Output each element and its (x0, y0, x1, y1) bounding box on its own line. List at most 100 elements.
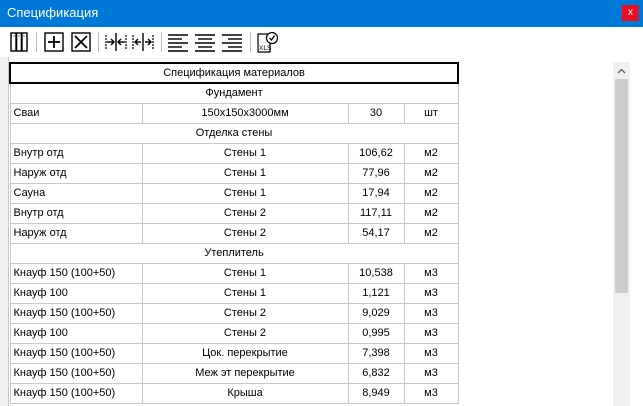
section-title-cell[interactable]: Утеплитель (9, 242, 459, 264)
unit-cell[interactable]: м3 (403, 362, 459, 384)
material-name-cell[interactable]: Кнауф 150 (100+50) (9, 302, 143, 324)
location-cell[interactable]: Стены 2 (141, 322, 349, 344)
quantity-cell[interactable]: 9,029 (347, 302, 405, 324)
export-xls-label: XLS (259, 45, 272, 52)
add-row-button[interactable] (42, 30, 66, 54)
columns-icon (10, 32, 28, 52)
unit-cell[interactable]: м3 (403, 322, 459, 344)
unit-cell[interactable]: м2 (403, 142, 459, 164)
delete-row-button[interactable] (69, 30, 93, 54)
table-row: Внутр отд Стены 1 106,62 м2 (9, 142, 459, 164)
expand-columns-icon (132, 33, 154, 51)
quantity-cell[interactable]: 77,96 (347, 162, 405, 184)
align-right-button[interactable] (220, 30, 244, 54)
material-name-cell[interactable]: Кнауф 150 (100+50) (9, 362, 143, 384)
unit-cell[interactable]: м2 (403, 202, 459, 224)
export-xls-icon: XLS (257, 31, 279, 53)
add-row-icon (44, 32, 64, 52)
toolbar: XLS (0, 27, 643, 57)
table-row: Кнауф 100 Стены 1 1,121 м3 (9, 282, 459, 304)
table-row: Кнауф 150 (100+50) Стены 1 10,538 м3 (9, 262, 459, 284)
align-left-button[interactable] (166, 30, 190, 54)
vertical-scrollbar[interactable] (613, 62, 630, 406)
collapse-columns-button[interactable] (104, 30, 128, 54)
location-cell[interactable]: Стены 1 (141, 162, 349, 184)
quantity-cell[interactable]: 1,121 (347, 282, 405, 304)
table-header-row: Спецификация материалов (8, 62, 460, 84)
unit-cell[interactable]: шт (403, 102, 459, 124)
collapse-columns-icon (105, 33, 127, 51)
unit-cell[interactable]: м2 (403, 162, 459, 184)
material-name-cell[interactable]: Кнауф 150 (100+50) (9, 342, 143, 364)
location-cell[interactable]: 150x150x3000мм (141, 102, 349, 124)
material-name-cell[interactable]: Сваи (9, 102, 143, 124)
quantity-cell[interactable]: 106,62 (347, 142, 405, 164)
close-button[interactable]: x (622, 5, 639, 21)
table-row: Внутр отд Стены 2 117,11 м2 (9, 202, 459, 224)
unit-cell[interactable]: м3 (403, 382, 459, 404)
row-header-strip (0, 57, 9, 406)
location-cell[interactable]: Стены 1 (141, 182, 349, 204)
location-cell[interactable]: Цок. перекрытие (141, 342, 349, 364)
unit-cell[interactable]: м3 (403, 342, 459, 364)
unit-cell[interactable]: м3 (403, 262, 459, 284)
scrollbar-thumb[interactable] (615, 79, 628, 293)
location-cell[interactable]: Крыша (141, 382, 349, 404)
title-bar: Спецификация x (0, 0, 643, 27)
location-cell[interactable]: Стены 2 (141, 202, 349, 224)
unit-cell[interactable]: м2 (403, 182, 459, 204)
scroll-up-button[interactable] (613, 62, 630, 79)
quantity-cell[interactable]: 54,17 (347, 222, 405, 244)
section-title-cell[interactable]: Отделка стены (9, 122, 459, 144)
chevron-up-icon (617, 68, 626, 73)
table-row: Кнауф 150 (100+50) Меж эт перекрытие 6,832… (9, 362, 459, 384)
table-row: Наруж отд Стены 1 77,96 м2 (9, 162, 459, 184)
quantity-cell[interactable]: 7,398 (347, 342, 405, 364)
quantity-cell[interactable]: 10,538 (347, 262, 405, 284)
location-cell[interactable]: Стены 2 (141, 302, 349, 324)
expand-columns-button[interactable] (131, 30, 155, 54)
quantity-cell[interactable]: 30 (347, 102, 405, 124)
table-row: Сауна Стены 1 17,94 м2 (9, 182, 459, 204)
quantity-cell[interactable]: 6,832 (347, 362, 405, 384)
table-row: Кнауф 150 (100+50) Крыша 8,949 м3 (9, 382, 459, 404)
section-row: Фундамент (9, 82, 459, 104)
quantity-cell[interactable]: 17,94 (347, 182, 405, 204)
location-cell[interactable]: Стены 1 (141, 262, 349, 284)
material-name-cell[interactable]: Кнауф 100 (9, 322, 143, 344)
toolbar-separator (98, 32, 99, 52)
columns-button[interactable] (7, 30, 31, 54)
table-row: Сваи 150x150x3000мм 30 шт (9, 102, 459, 124)
material-name-cell[interactable]: Кнауф 150 (100+50) (9, 382, 143, 404)
material-name-cell[interactable]: Кнауф 100 (9, 282, 143, 304)
align-center-button[interactable] (193, 30, 217, 54)
spec-table: Спецификация материалов Фундамент Сваи 150… (8, 62, 460, 404)
quantity-cell[interactable]: 0,995 (347, 322, 405, 344)
material-name-cell[interactable]: Сауна (9, 182, 143, 204)
table-row: Кнауф 150 (100+50) Цок. перекрытие 7,398 м3 (9, 342, 459, 364)
table-row: Кнауф 150 (100+50) Стены 2 9,029 м3 (9, 302, 459, 324)
window-title: Спецификация (7, 5, 99, 20)
toolbar-separator (161, 32, 162, 52)
section-row: Утеплитель (9, 242, 459, 264)
unit-cell[interactable]: м3 (403, 302, 459, 324)
export-xls-button[interactable]: XLS (255, 30, 279, 54)
section-title-cell[interactable]: Фундамент (9, 82, 459, 104)
unit-cell[interactable]: м2 (403, 222, 459, 244)
quantity-cell[interactable]: 117,11 (347, 202, 405, 224)
material-name-cell[interactable]: Наруж отд (9, 162, 143, 184)
location-cell[interactable]: Стены 1 (141, 142, 349, 164)
material-name-cell[interactable]: Внутр отд (9, 142, 143, 164)
unit-cell[interactable]: м3 (403, 282, 459, 304)
material-name-cell[interactable]: Внутр отд (9, 202, 143, 224)
location-cell[interactable]: Стены 2 (141, 222, 349, 244)
location-cell[interactable]: Меж эт перекрытие (141, 362, 349, 384)
align-left-icon (168, 34, 188, 52)
table-header-cell[interactable]: Спецификация материалов (8, 62, 460, 84)
quantity-cell[interactable]: 8,949 (347, 382, 405, 404)
table-row: Кнауф 100 Стены 2 0,995 м3 (9, 322, 459, 344)
material-name-cell[interactable]: Кнауф 150 (100+50) (9, 262, 143, 284)
table-row: Наруж отд Стены 2 54,17 м2 (9, 222, 459, 244)
location-cell[interactable]: Стены 1 (141, 282, 349, 304)
material-name-cell[interactable]: Наруж отд (9, 222, 143, 244)
